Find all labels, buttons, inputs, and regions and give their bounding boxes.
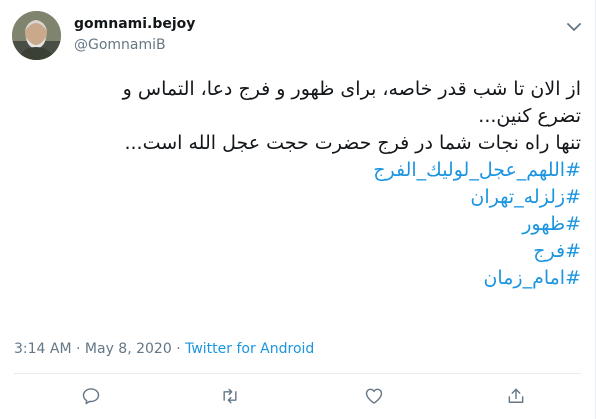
tweet-text-line: تضرع کنین... bbox=[478, 105, 581, 127]
heart-icon bbox=[365, 388, 383, 404]
hashtag-link[interactable]: #فرج bbox=[14, 238, 581, 265]
user-handle[interactable]: @GomnamiB bbox=[74, 37, 166, 53]
display-name[interactable]: gomnami.bejoy bbox=[74, 16, 195, 32]
divider bbox=[14, 373, 581, 374]
hashtag-link[interactable]: #امام_زمان bbox=[14, 265, 581, 292]
avatar[interactable] bbox=[12, 11, 61, 60]
reply-button[interactable] bbox=[79, 384, 103, 408]
tweet-source-link[interactable]: Twitter for Android bbox=[185, 341, 314, 357]
tweet-text-line: از الان تا شب قدر خاصه، برای ظهور و فرج … bbox=[122, 78, 581, 100]
share-button[interactable] bbox=[504, 384, 528, 408]
action-bar bbox=[0, 384, 595, 408]
hashtag-link[interactable]: #زلزله_تهران bbox=[14, 184, 581, 211]
meta-separator: · bbox=[176, 341, 181, 357]
tweet-text-line: تنها راه نجات شما در فرج حضرت حجت عجل ال… bbox=[124, 132, 581, 154]
tweet-date[interactable]: May 8, 2020 bbox=[85, 341, 172, 357]
like-button[interactable] bbox=[362, 384, 386, 408]
hashtag-link[interactable]: #ظهور bbox=[14, 211, 581, 238]
share-icon bbox=[508, 388, 524, 403]
avatar-image bbox=[12, 11, 61, 60]
tweet-text: از الان تا شب قدر خاصه، برای ظهور و فرج … bbox=[14, 76, 581, 292]
retweet-icon bbox=[223, 388, 237, 404]
tweet-meta: 3:14 AM · May 8, 2020 · Twitter for Andr… bbox=[14, 341, 314, 357]
meta-separator: · bbox=[76, 341, 81, 357]
tweet-time[interactable]: 3:14 AM bbox=[14, 341, 72, 357]
reply-icon bbox=[82, 388, 100, 405]
retweet-button[interactable] bbox=[218, 384, 242, 408]
tweet-card: gomnami.bejoy @GomnamiB از الان تا شب قد… bbox=[0, 0, 596, 419]
hashtag-link[interactable]: #اللهم_عجل_لولیك_الفرج bbox=[14, 157, 581, 184]
chevron-down-icon[interactable] bbox=[567, 17, 581, 31]
